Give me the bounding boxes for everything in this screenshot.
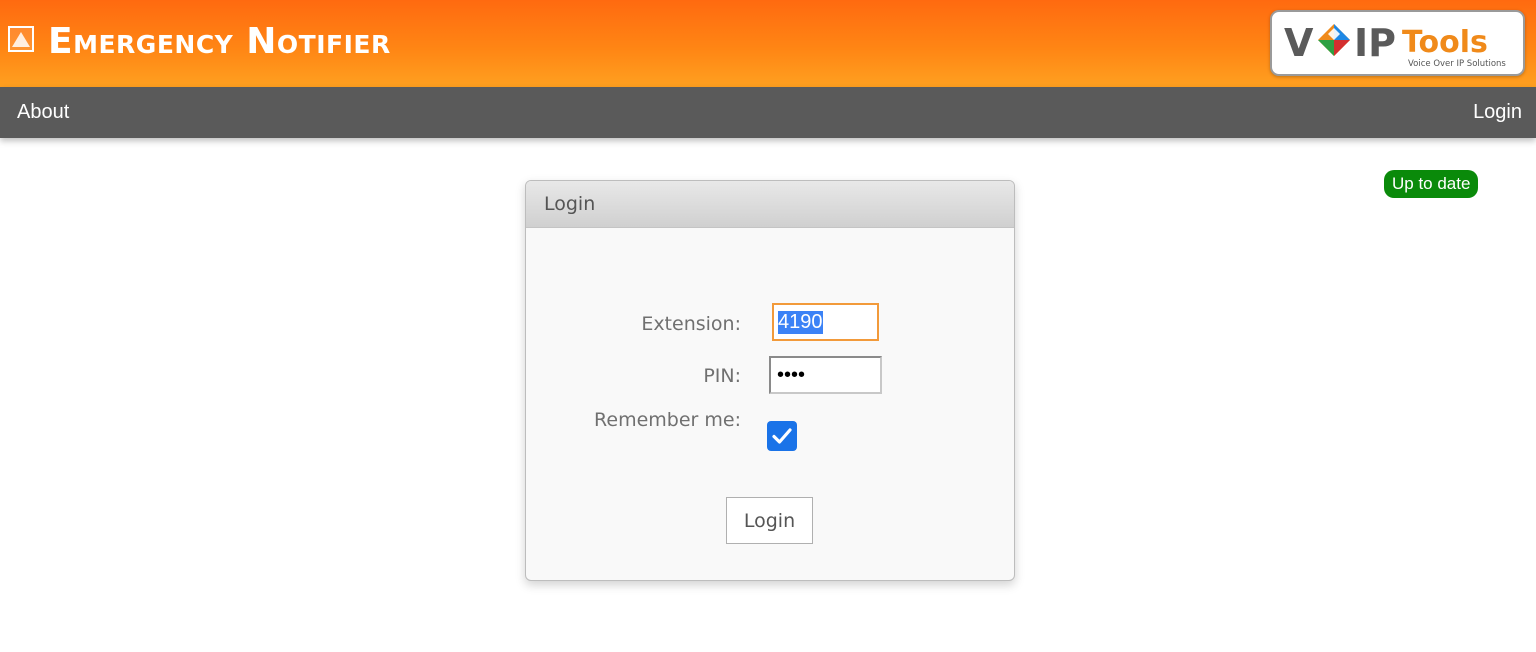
extension-input[interactable] [772, 303, 879, 341]
svg-text:Tools: Tools [1402, 25, 1488, 60]
app-header: Emergency Notifier V IP Tools Voice Over… [0, 0, 1536, 87]
checkmark-icon [772, 428, 792, 444]
nav-about-link[interactable]: About [17, 87, 69, 138]
diamond-icon [1318, 24, 1350, 56]
panel-title: Login [544, 193, 596, 215]
pin-label: PIN: [703, 365, 741, 387]
voiptools-logo: V IP Tools Voice Over IP Solutions [1270, 10, 1525, 76]
remember-me-label: Remember me: [594, 409, 741, 431]
login-panel: Login Extension: PIN: Remember me: Login [525, 180, 1015, 581]
svg-text:Voice Over IP Solutions: Voice Over IP Solutions [1408, 59, 1506, 69]
warning-triangle-icon [8, 26, 34, 52]
svg-text:V: V [1284, 21, 1314, 65]
app-title: Emergency Notifier [48, 21, 391, 62]
remember-me-checkbox[interactable] [767, 421, 797, 451]
panel-header: Login [526, 181, 1014, 228]
extension-label: Extension: [641, 313, 741, 335]
login-button[interactable]: Login [726, 497, 813, 544]
top-navbar: About Login [0, 87, 1536, 138]
svg-text:IP: IP [1354, 21, 1396, 65]
status-badge: Up to date [1384, 170, 1479, 198]
pin-input[interactable] [769, 356, 882, 394]
nav-login-link[interactable]: Login [1473, 87, 1522, 138]
